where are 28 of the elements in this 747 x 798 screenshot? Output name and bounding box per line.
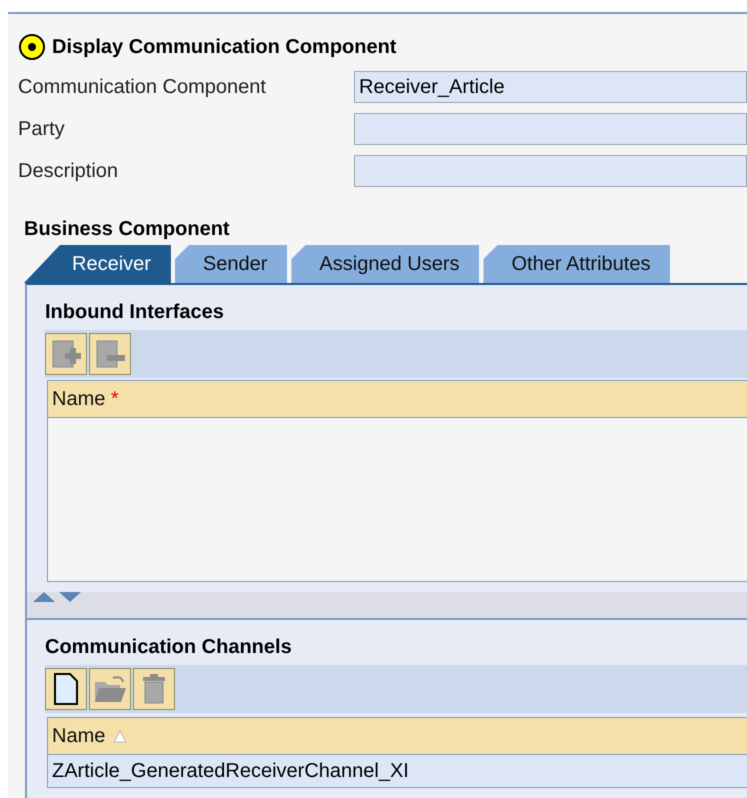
- column-label: Name *: [52, 388, 119, 410]
- tab[interactable]: Receiver: [24, 245, 171, 283]
- field-label: Description: [17, 160, 120, 182]
- document-icon: [53, 673, 79, 705]
- input-field[interactable]: Receiver_Article: [354, 71, 747, 103]
- up-arrow-icon: [33, 592, 55, 602]
- panel-title: Inbound Interfaces: [44, 300, 225, 325]
- sort-ascending-icon: [113, 729, 128, 743]
- field-label: Communication Component: [17, 76, 267, 98]
- panel-title: Communication Channels: [44, 635, 293, 660]
- table-cell: ZArticle_GeneratedReceiverChannel_XI: [48, 755, 747, 787]
- column-header[interactable]: Name: [48, 718, 747, 755]
- trash-icon: [141, 673, 167, 705]
- tab[interactable]: Sender: [174, 245, 288, 283]
- input-field[interactable]: [354, 113, 747, 145]
- input-field[interactable]: [354, 155, 747, 187]
- tab[interactable]: Assigned Users: [291, 245, 480, 283]
- folder-icon: [93, 674, 127, 704]
- column-header[interactable]: Name *: [48, 381, 747, 418]
- tab[interactable]: Other Attributes: [483, 245, 670, 283]
- new-button[interactable]: [45, 668, 87, 710]
- down-arrow-icon: [59, 592, 81, 602]
- column-label: Name: [52, 724, 106, 748]
- radio-icon: [18, 33, 46, 61]
- page-title: Display Communication Component: [52, 36, 396, 58]
- required-mark: *: [110, 388, 119, 410]
- section-title: Business Component: [23, 217, 231, 242]
- field-label: Party: [17, 118, 66, 140]
